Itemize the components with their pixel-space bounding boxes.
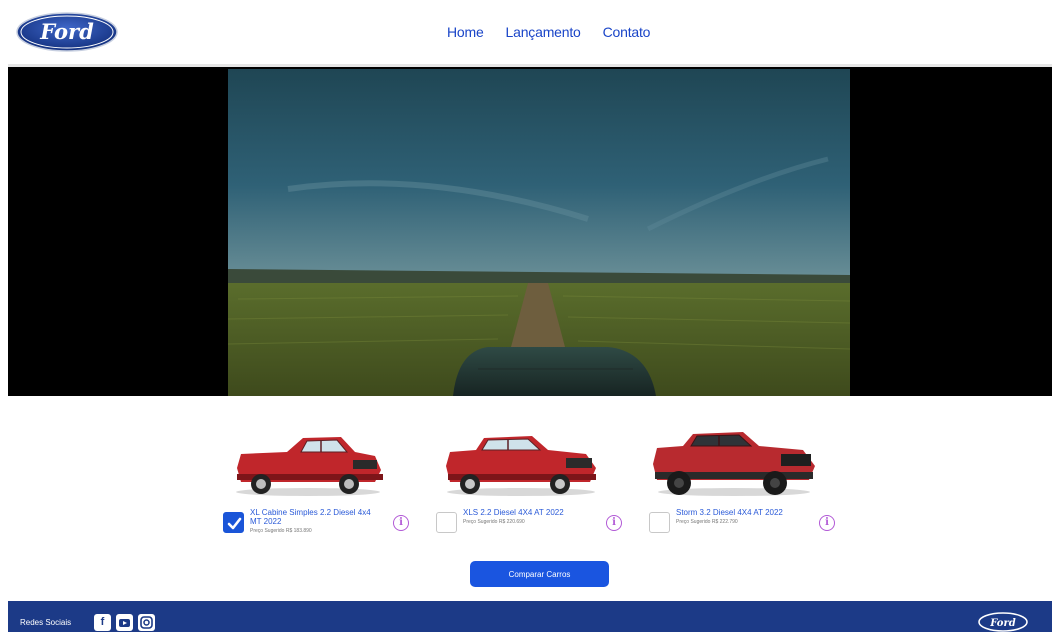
car-name[interactable]: XLS 2.2 Diesel 4X4 AT 2022 [463,508,591,517]
youtube-icon[interactable] [116,614,133,631]
site-header: Ford Home Lançamento Contato [0,0,1052,67]
instagram-icon[interactable] [138,614,155,631]
footer-ford-logo[interactable]: Ford [978,612,1028,632]
logo-text: Ford [39,19,94,44]
car-name[interactable]: Storm 3.2 Diesel 4X4 AT 2022 [676,508,804,517]
info-icon[interactable]: i [393,515,409,531]
car-price: Preço Sugerido R$ 220.690 [463,519,525,525]
car-name[interactable]: XL Cabine Simples 2.2 Diesel 4x4 MT 2022 [250,508,378,526]
nav-contato[interactable]: Contato [603,24,651,40]
video-frame[interactable] [228,69,850,396]
info-icon[interactable]: i [606,515,622,531]
car-price: Preço Sugerido R$ 183.890 [250,528,312,534]
car-card: XLS 2.2 Diesel 4X4 AT 2022 Preço Sugerid… [436,400,636,550]
car-image [236,437,383,496]
hero-video-banner[interactable] [8,67,1052,396]
car-image [653,432,815,496]
compare-cars-button[interactable]: Comparar Carros [470,561,609,587]
car-checkbox[interactable] [649,512,670,533]
footer-logo-text: Ford [989,618,1015,629]
car-checkbox[interactable] [223,512,244,533]
car-image [446,436,596,496]
car-select-row: XL Cabine Simples 2.2 Diesel 4x4 MT 2022… [223,508,423,538]
site-footer: Redes Sociais f Ford [8,601,1052,632]
field-scene-image [228,69,850,396]
page: Ford Home Lançamento Contato XL Cabine S… [0,0,1052,632]
car-checkbox[interactable] [436,512,457,533]
ford-logo[interactable]: Ford [16,12,118,52]
main-nav: Home Lançamento Contato [447,24,650,40]
facebook-icon[interactable]: f [94,614,111,631]
car-card: Storm 3.2 Diesel 4X4 AT 2022 Preço Suger… [649,400,849,550]
car-select-row: Storm 3.2 Diesel 4X4 AT 2022 Preço Suger… [649,508,849,538]
checkmark-icon [227,517,242,530]
nav-home[interactable]: Home [447,24,484,40]
info-icon[interactable]: i [819,515,835,531]
social-label: Redes Sociais [20,618,72,627]
nav-lancamento[interactable]: Lançamento [506,24,581,40]
car-card: XL Cabine Simples 2.2 Diesel 4x4 MT 2022… [223,400,423,550]
car-price: Preço Sugerido R$ 222.790 [676,519,738,525]
car-select-row: XLS 2.2 Diesel 4X4 AT 2022 Preço Sugerid… [436,508,636,538]
